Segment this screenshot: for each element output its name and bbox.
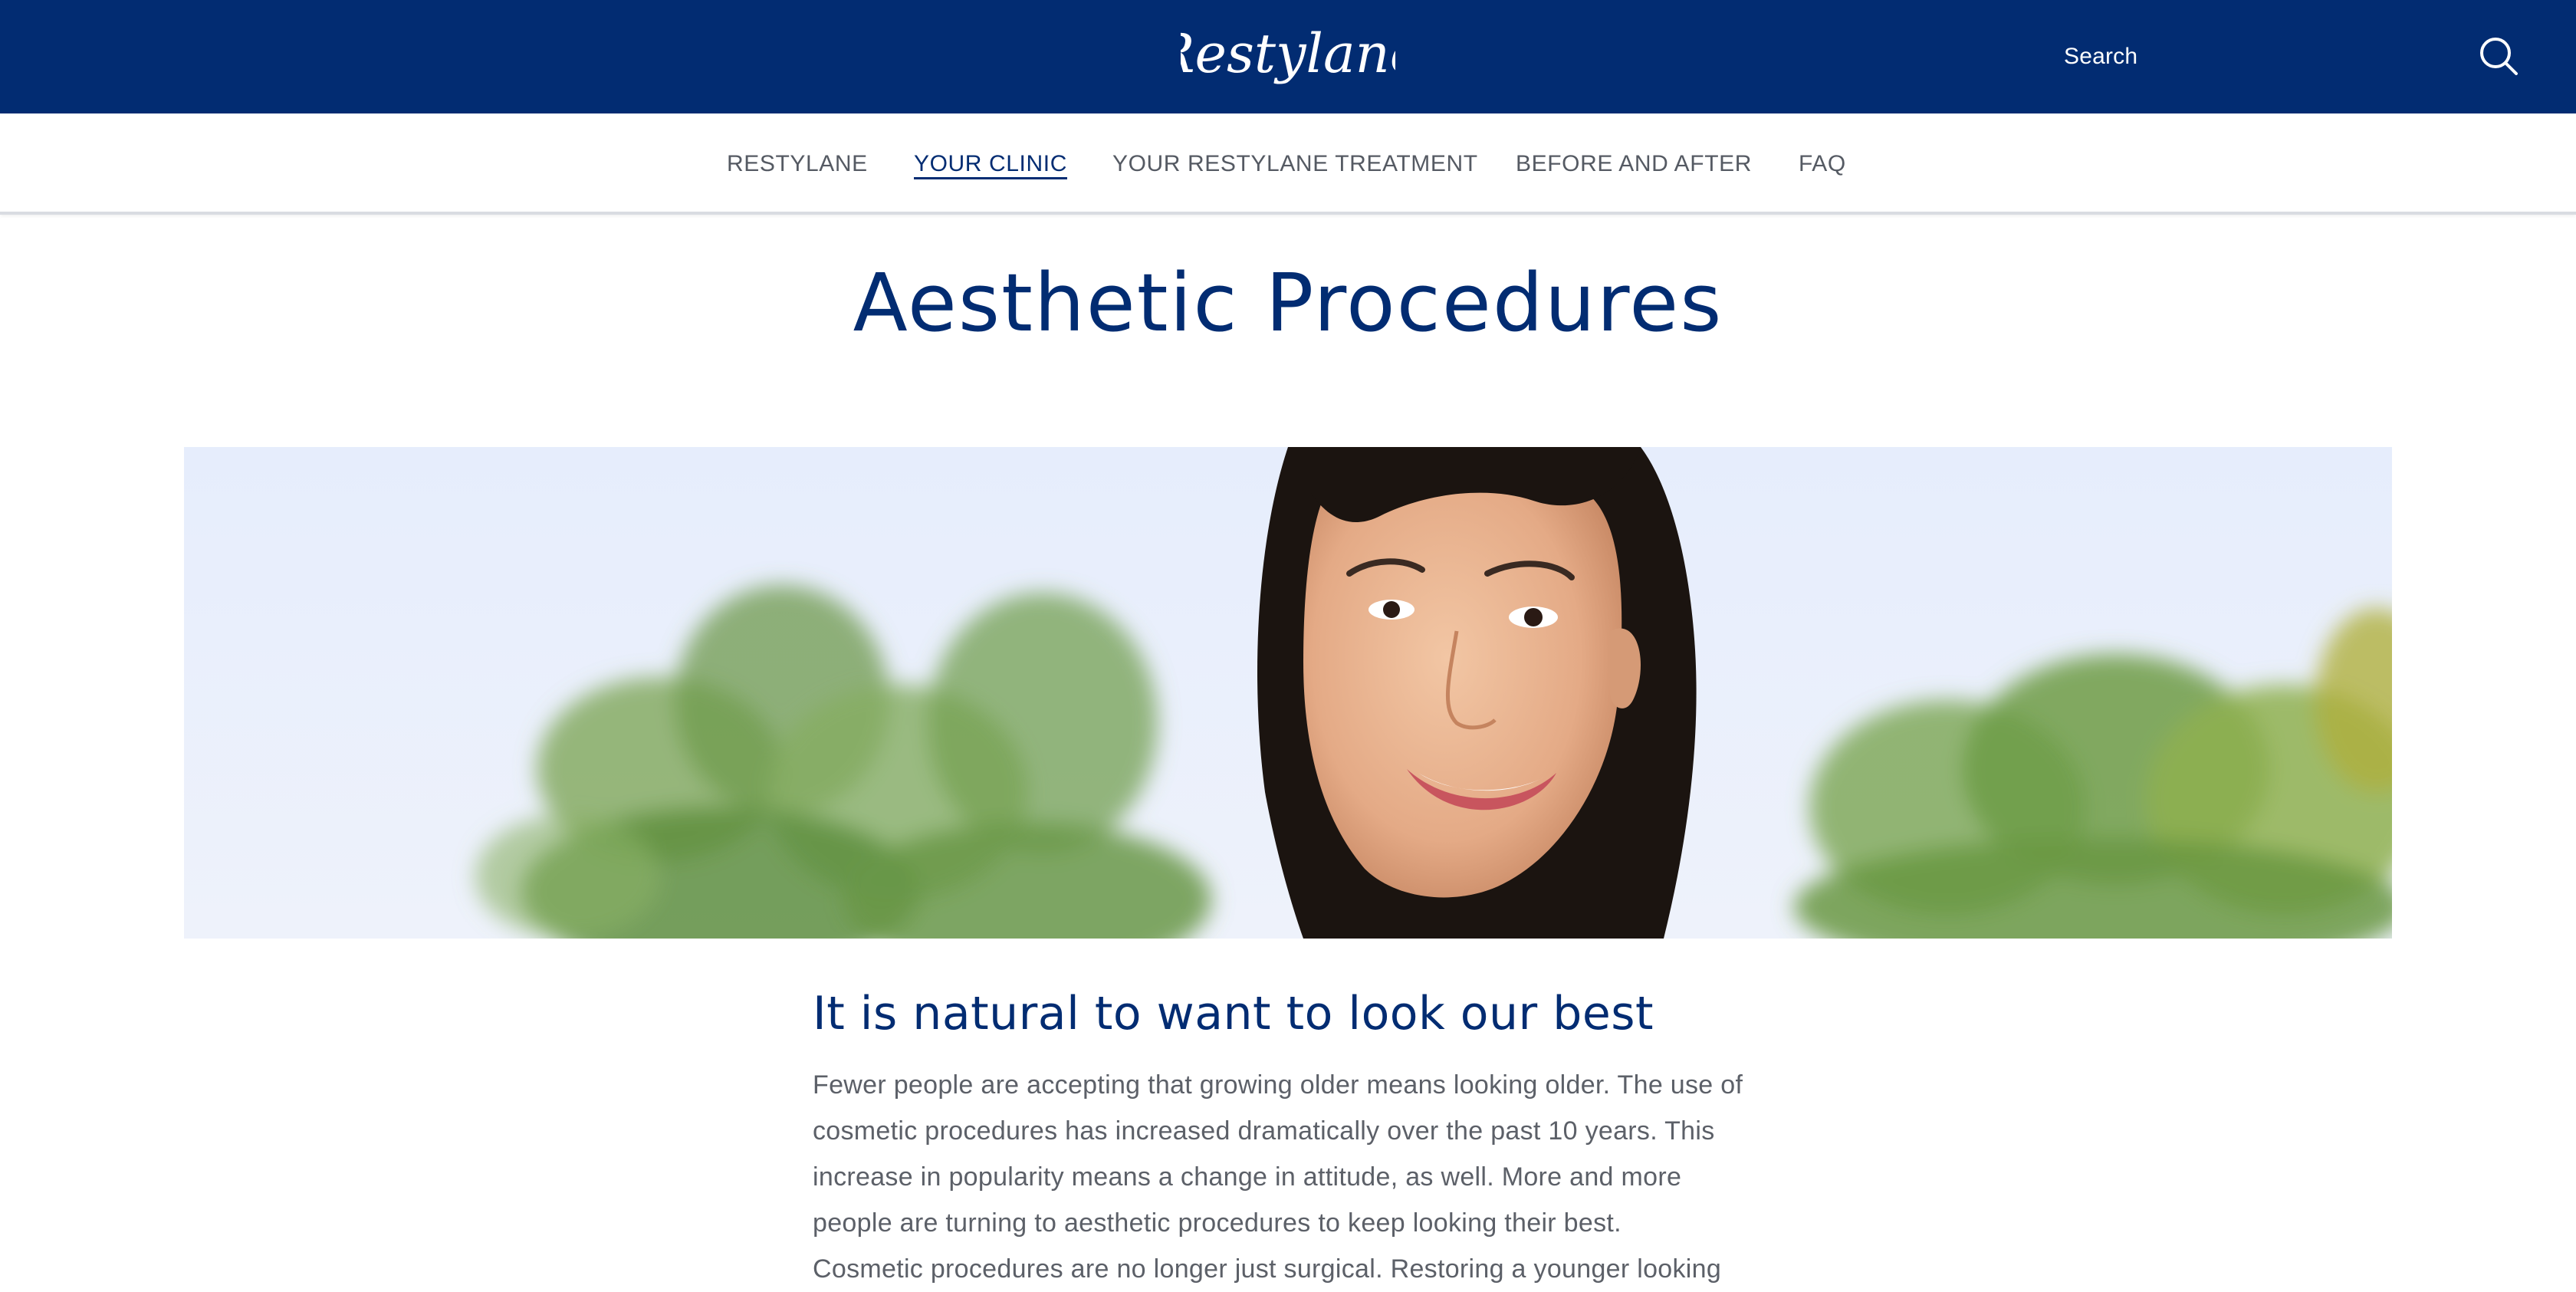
top-header: Restylane Search: [0, 0, 2576, 113]
nav-item-your-clinic[interactable]: YOUR CLINIC: [914, 149, 1067, 179]
hero-image: [184, 447, 2392, 939]
nav-item-your-restylane-treatment[interactable]: YOUR RESTYLANE TREATMENT: [1112, 149, 1478, 179]
search-input[interactable]: Search: [2064, 40, 2137, 74]
nav-item-before-and-after[interactable]: BEFORE AND AFTER: [1516, 149, 1752, 179]
restylane-logo[interactable]: Restylane: [1181, 9, 1395, 101]
nav-item-faq[interactable]: FAQ: [1799, 149, 1846, 179]
main-nav: RESTYLANE YOUR CLINIC YOUR RESTYLANE TRE…: [0, 113, 2576, 215]
body-paragraph-1: Fewer people are accepting that growing …: [813, 1070, 1743, 1238]
nav-item-restylane[interactable]: RESTYLANE: [727, 149, 868, 179]
logo-wordmark: Restylane: [1181, 22, 1395, 85]
search-icon[interactable]: [2476, 34, 2522, 80]
body-paragraph-2: Cosmetic procedures are no longer just s…: [813, 1254, 1722, 1284]
section-heading: It is natural to want to look our best: [813, 987, 1654, 1041]
portrait: [1257, 447, 1697, 939]
page-title: Aesthetic Procedures: [853, 256, 1723, 350]
